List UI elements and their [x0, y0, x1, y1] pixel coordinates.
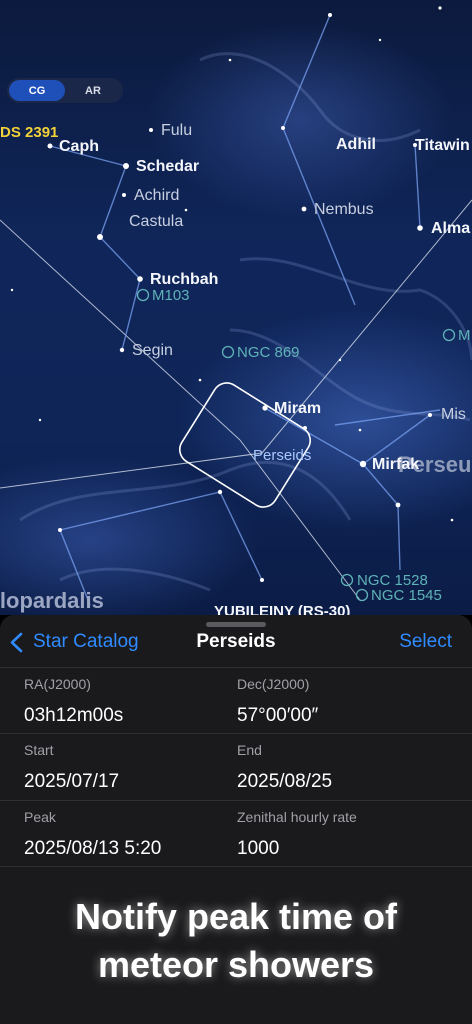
end-label: End [237, 742, 262, 758]
zhr-value: 1000 [237, 838, 280, 859]
star-label-adhil[interactable]: Adhil [336, 136, 376, 154]
promo-caption-line-2: meteor showers [97, 944, 375, 985]
deep-sky-label-m[interactable]: M [458, 327, 471, 344]
info-row-peak: Peak 2025/08/13 5:20 Zenithal hourly rat… [0, 800, 472, 867]
dec-label: Dec(J2000) [237, 676, 310, 692]
zhr-label: Zenithal hourly rate [237, 809, 357, 825]
star-label-mirfak[interactable]: Mirfak [372, 456, 419, 474]
star-label-nembus[interactable]: Nembus [314, 201, 374, 219]
info-row-coordinates: RA(J2000) 03h12m00s Dec(J2000) 57°00′00″ [0, 667, 472, 734]
promo-caption-line-1: Notify peak time of [74, 896, 398, 937]
deep-sky-label-m103[interactable]: M103 [152, 287, 190, 304]
star-label-achird[interactable]: Achird [134, 187, 179, 205]
star-label-castula[interactable]: Castula [129, 213, 183, 231]
star-label-alma[interactable]: Alma [431, 220, 470, 238]
deep-sky-label-ngc-869[interactable]: NGC 869 [237, 344, 300, 361]
meteor-shower-label-perseids[interactable]: Perseids [253, 447, 311, 464]
view-mode-toggle[interactable]: CG AR [7, 78, 123, 103]
satellite-label-yubileiny[interactable]: YUBILEINY (RS-30) [214, 603, 350, 615]
star-label-fulu[interactable]: Fulu [161, 122, 192, 140]
end-value: 2025/08/25 [237, 771, 333, 792]
ra-label: RA(J2000) [24, 676, 91, 692]
star-label-titawin[interactable]: Titawin [415, 137, 470, 155]
mode-option-ar[interactable]: AR [65, 80, 121, 101]
promo-caption: Notify peak time of meteor showers [0, 893, 472, 989]
sheet-grabber[interactable] [206, 622, 266, 627]
star-label-miram[interactable]: Miram [274, 400, 321, 418]
start-value: 2025/07/17 [24, 771, 120, 792]
start-label: Start [24, 742, 54, 758]
mode-option-cg[interactable]: CG [9, 80, 65, 101]
select-button[interactable]: Select [399, 631, 452, 653]
peak-label: Peak [24, 809, 56, 825]
star-label-mis[interactable]: Mis [441, 406, 466, 424]
label-ds-2391[interactable]: DS 2391 [0, 124, 58, 141]
dec-value: 57°00′00″ [237, 705, 319, 726]
sheet-navbar: Star Catalog Perseids Select [0, 629, 472, 655]
constellation-label-camelopardalis: Camelopardalis [0, 588, 104, 613]
star-label-segin[interactable]: Segin [132, 342, 173, 360]
ra-value: 03h12m00s [24, 705, 124, 726]
info-row-divider [0, 866, 472, 887]
info-row-dates: Start 2025/07/17 End 2025/08/25 [0, 733, 472, 800]
deep-sky-label-ngc-1545[interactable]: NGC 1545 [371, 587, 442, 604]
sky-map[interactable]: DS 2391 Caph Fulu Schedar Achird Castula… [0, 0, 472, 615]
star-label-caph[interactable]: Caph [59, 138, 99, 156]
star-label-schedar[interactable]: Schedar [136, 158, 199, 176]
peak-value: 2025/08/13 5:20 [24, 838, 162, 859]
